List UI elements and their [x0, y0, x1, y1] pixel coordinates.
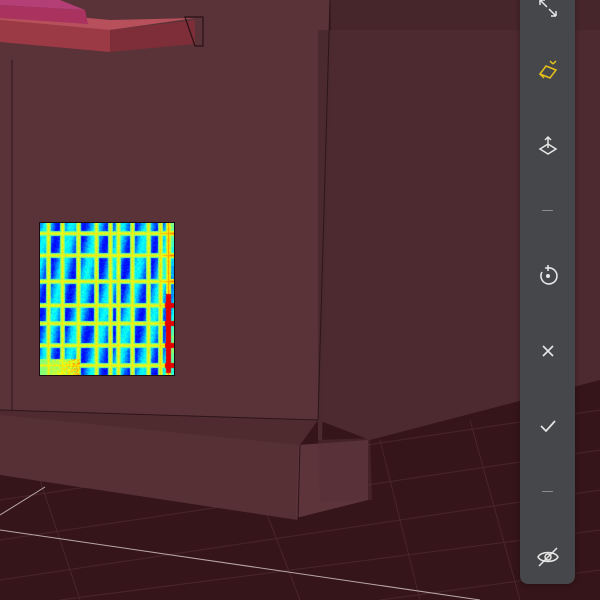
close-icon: [541, 345, 554, 357]
vertical-toolbar: [520, 0, 575, 584]
reset-tool-button[interactable]: [520, 256, 575, 296]
3d-viewport[interactable]: [0, 0, 600, 600]
cancel-tool-button[interactable]: [520, 331, 575, 371]
expand-arrows-icon: [538, 0, 557, 17]
thermal-scan-image: [40, 223, 174, 375]
plane-select-icon: [538, 60, 557, 79]
thermal-scan-overlay[interactable]: [39, 222, 175, 376]
plinth-right-base: [318, 438, 372, 502]
transform-gizmo-tool-button[interactable]: [520, 126, 575, 166]
eye-hidden-icon: [536, 547, 559, 567]
toolbar-separator-2: [542, 491, 553, 492]
expand-tool-button[interactable]: [520, 0, 575, 28]
check-icon: [539, 420, 556, 433]
reset-circle-icon: [539, 265, 558, 285]
plane-select-tool-button[interactable]: [520, 50, 575, 90]
axis-gizmo-icon: [538, 135, 557, 155]
toolbar-separator: [542, 210, 553, 211]
visibility-tool-button[interactable]: [520, 537, 575, 577]
confirm-tool-button[interactable]: [520, 406, 575, 446]
